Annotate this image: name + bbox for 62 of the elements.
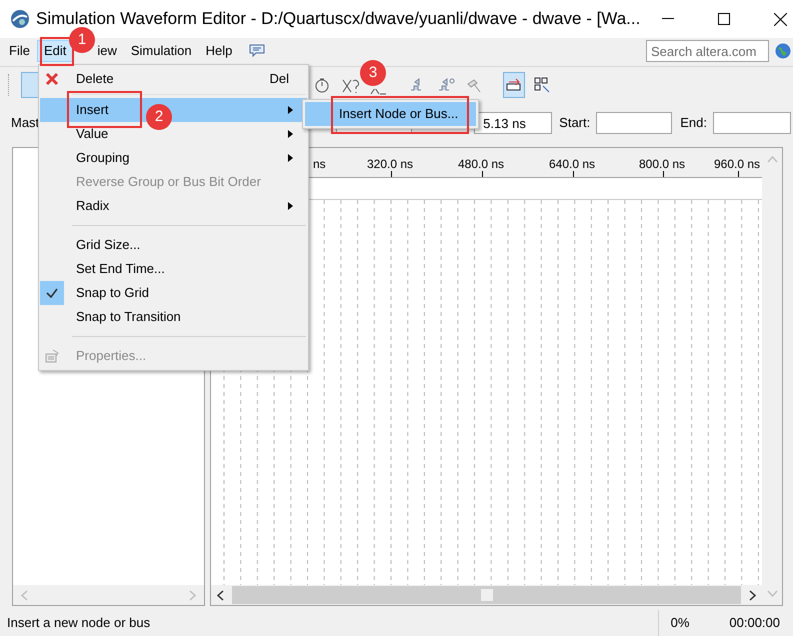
waveform-icon[interactable] — [437, 76, 455, 94]
scroll-right-icon[interactable] — [749, 590, 756, 600]
menu-item[interactable]: File — [2, 40, 37, 62]
step-number-badge: 3 — [360, 60, 386, 86]
maximize-icon — [718, 13, 730, 25]
menu-item[interactable]: Edit — [36, 40, 74, 62]
end-label: End: — [680, 114, 707, 132]
time-label: 960.0 ns — [714, 156, 760, 173]
search-field[interactable]: Search altera.com — [646, 40, 769, 62]
tick-mark — [391, 171, 392, 177]
formula-icon[interactable] — [369, 88, 387, 96]
time-label: 800.0 ns — [639, 156, 686, 173]
shortcut-text: Del — [269, 70, 289, 88]
snap-button[interactable] — [503, 72, 525, 98]
minimize-icon — [662, 18, 674, 20]
submenu-arrow-icon — [288, 106, 293, 114]
close-icon — [45, 72, 59, 86]
vertical-scrollbar[interactable] — [762, 148, 782, 605]
menu-item[interactable]: iew — [96, 40, 124, 62]
menu-item[interactable]: Set End Time... — [40, 257, 307, 281]
scroll-down-icon[interactable] — [766, 590, 778, 597]
end-field[interactable] — [713, 112, 791, 134]
start-label: Start: — [559, 114, 590, 132]
time-label: 480.0 ns — [458, 156, 504, 173]
menu-item[interactable]: Grid Size... — [40, 233, 307, 257]
submenu-arrow-icon — [288, 202, 293, 210]
tick-mark — [738, 171, 739, 177]
menu-item[interactable]: Radix — [40, 194, 307, 218]
elapsed-time: 00:00:00 — [729, 614, 780, 632]
scrollbar-thumb[interactable] — [480, 589, 492, 601]
menu-item[interactable]: Insert Node or Bus... — [305, 102, 476, 126]
scroll-left-icon[interactable] — [217, 590, 224, 600]
time-label: 640.0 ns — [549, 156, 596, 173]
pointer-time-field[interactable]: 5.13 ns — [474, 112, 552, 134]
globe-icon[interactable] — [775, 43, 791, 59]
close-icon — [774, 12, 787, 26]
horizontal-scrollbar[interactable] — [211, 585, 762, 605]
menu-item[interactable]: Delete Del — [40, 67, 307, 91]
submenu-arrow-icon — [288, 154, 293, 162]
start-field[interactable] — [596, 112, 672, 134]
submenu-arrow-icon — [288, 130, 293, 138]
menu-item[interactable]: Snap to Grid — [40, 281, 307, 305]
menu-item[interactable]: Grouping — [40, 146, 307, 170]
menu-item[interactable]: Snap to Transition — [40, 305, 307, 329]
grid-icon[interactable] — [533, 76, 551, 94]
snap-icon — [505, 76, 523, 94]
master-time-label: Mast — [11, 114, 40, 132]
tick-mark — [482, 171, 483, 177]
timer-icon[interactable] — [313, 76, 331, 94]
menu-item[interactable]: Simulation — [124, 40, 199, 62]
progress-text: 0% — [670, 614, 690, 632]
menu-item[interactable]: Help — [198, 40, 240, 62]
properties-icon — [44, 348, 60, 364]
scroll-up-icon[interactable] — [766, 156, 778, 163]
tick-mark — [663, 171, 664, 177]
comment-icon[interactable] — [249, 44, 266, 58]
status-message: Insert a new node or bus — [7, 614, 150, 632]
app-logo-icon — [10, 9, 30, 29]
time-label: 320.0 ns — [367, 156, 414, 173]
tick-mark — [573, 171, 574, 177]
check-icon — [46, 288, 58, 298]
time-label: ns — [313, 156, 326, 173]
